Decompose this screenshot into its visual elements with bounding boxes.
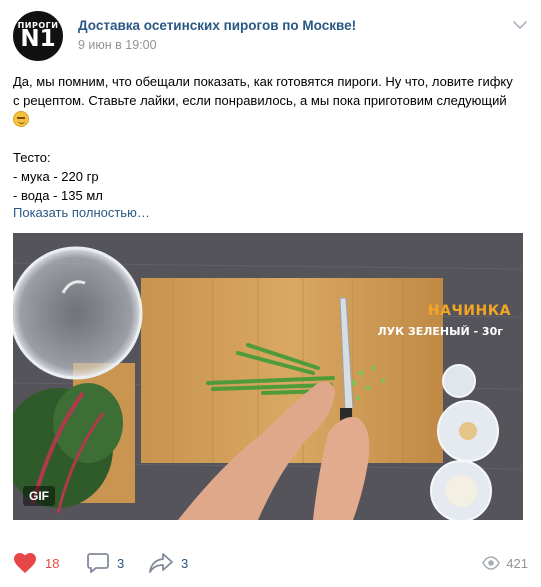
post-date[interactable]: 9 июн в 19:00 — [78, 38, 157, 52]
group-avatar[interactable]: ПИРОГИ N1 — [13, 11, 63, 61]
show-more-link[interactable]: Показать полностью… — [13, 205, 150, 220]
gif-frame-image — [13, 233, 523, 520]
like-button[interactable]: 18 — [13, 548, 59, 578]
share-count: 3 — [181, 555, 189, 571]
share-arrow-icon — [149, 553, 173, 573]
text-line: с рецептом. Ставьте лайки, если понравил… — [13, 91, 528, 110]
text-line: - мука - 220 гр — [13, 169, 99, 184]
video-overlay-subtitle: ЛУК ЗЕЛЕНЫЙ - 30г — [377, 325, 503, 338]
gif-media[interactable]: НАЧИНКА ЛУК ЗЕЛЕНЫЙ - 30г GIF — [13, 233, 523, 520]
heart-icon — [14, 553, 36, 573]
post-header: ПИРОГИ N1 Доставка осетинских пирогов по… — [13, 11, 528, 61]
post-text: Да, мы помним, что обещали показать, как… — [13, 72, 528, 205]
avatar-number: N1 — [20, 26, 56, 52]
text-line: Да, мы помним, что обещали показать, как… — [13, 74, 513, 89]
share-button[interactable]: 3 — [149, 548, 188, 578]
comment-button[interactable]: 3 — [87, 548, 124, 578]
eye-icon — [482, 556, 501, 570]
text-line: Тесто: — [13, 150, 51, 165]
comment-count: 3 — [117, 555, 125, 571]
comment-icon — [87, 553, 109, 573]
text-line: - вода - 135 мл — [13, 188, 103, 203]
post-card: ПИРОГИ N1 Доставка осетинских пирогов по… — [0, 0, 541, 587]
video-overlay-title: НАЧИНКА — [427, 303, 511, 319]
group-name-link[interactable]: Доставка осетинских пирогов по Москве! — [78, 18, 356, 33]
gif-badge: GIF — [23, 486, 55, 506]
post-actions: 18 3 3 421 — [13, 548, 528, 578]
view-count: 421 — [506, 555, 528, 571]
chevron-down-icon[interactable] — [512, 17, 528, 33]
relieved-face-icon — [13, 111, 29, 127]
text-line-content: с рецептом. Ставьте лайки, если понравил… — [13, 93, 507, 108]
like-count: 18 — [45, 555, 60, 571]
emoji-line — [13, 110, 528, 129]
views-counter: 421 — [482, 548, 528, 578]
